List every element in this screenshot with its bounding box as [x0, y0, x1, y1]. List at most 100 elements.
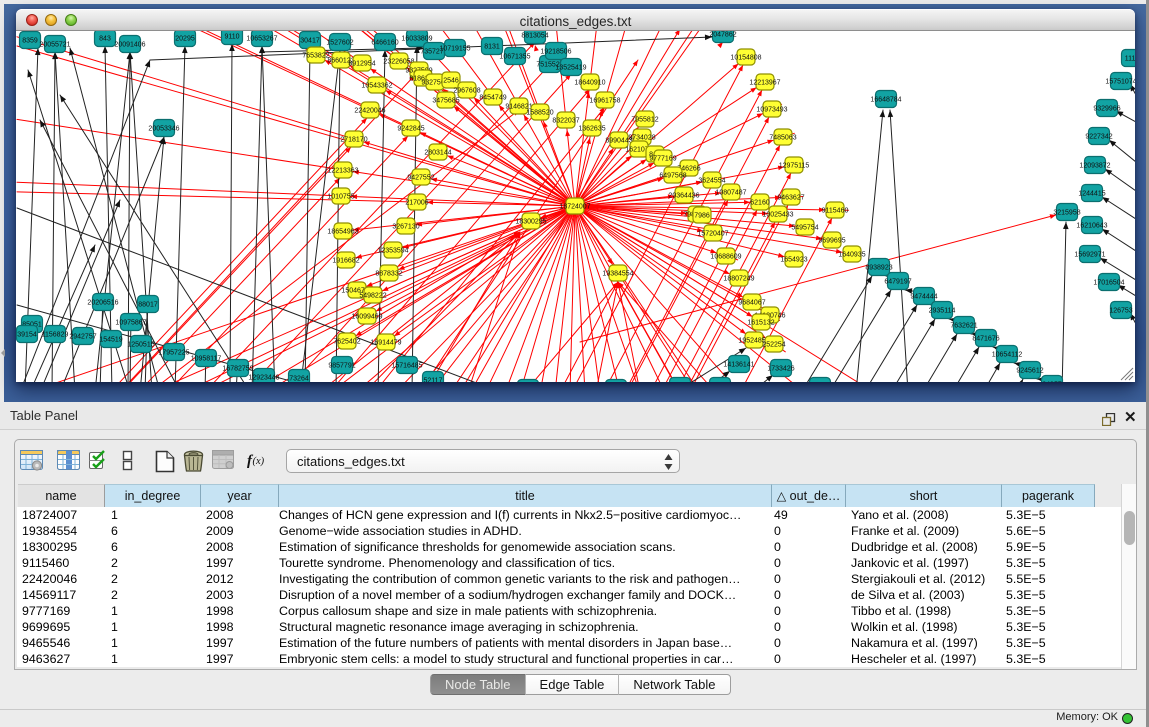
svg-text:39154: 39154: [17, 331, 37, 338]
svg-text:9110: 9110: [224, 33, 239, 40]
svg-text:1733426: 1733426: [767, 365, 794, 372]
svg-text:52117: 52117: [424, 377, 443, 382]
svg-text:15751074: 15751074: [1105, 78, 1135, 85]
svg-text:88017: 88017: [138, 301, 158, 308]
svg-text:9329966: 9329966: [1093, 105, 1120, 112]
svg-text:9427552: 9427552: [407, 174, 434, 181]
svg-text:12923448: 12923448: [248, 374, 279, 381]
svg-text:20053346: 20053346: [148, 125, 179, 132]
svg-text:7625402: 7625402: [333, 338, 360, 345]
svg-text:6479197: 6479197: [884, 278, 911, 285]
svg-text:13525419: 13525419: [555, 64, 586, 71]
svg-text:8322037: 8322037: [552, 117, 579, 124]
svg-text:16033809: 16033809: [401, 35, 432, 42]
svg-text:8813054: 8813054: [521, 32, 548, 39]
svg-text:10154808: 10154808: [730, 54, 761, 61]
svg-text:9699695: 9699695: [818, 237, 845, 244]
svg-text:3624554: 3624554: [698, 177, 725, 184]
svg-text:1640935: 1640935: [838, 251, 865, 258]
svg-text:5498222: 5498222: [359, 292, 386, 299]
svg-text:9463627: 9463627: [777, 194, 804, 201]
svg-text:2967608: 2967608: [453, 87, 480, 94]
svg-text:1250515: 1250515: [127, 341, 154, 348]
svg-text:3475685: 3475685: [432, 97, 459, 104]
svg-text:2718170: 2718170: [340, 136, 367, 143]
svg-text:7485063: 7485063: [769, 134, 796, 141]
svg-text:3215958: 3215958: [1053, 209, 1080, 216]
svg-text:9245612: 9245612: [1016, 367, 1043, 374]
svg-text:8471676: 8471676: [972, 335, 999, 342]
svg-text:7653822: 7653822: [302, 52, 329, 59]
svg-text:2546: 2546: [443, 77, 459, 84]
svg-text:1010755: 1010755: [327, 193, 354, 200]
svg-text:10719155: 10719155: [439, 45, 470, 52]
svg-text:20206516: 20206516: [87, 299, 118, 306]
svg-text:12353594: 12353594: [377, 247, 408, 254]
svg-text:84957: 84957: [1042, 381, 1062, 382]
svg-text:8878332: 8878332: [375, 270, 402, 277]
svg-text:1615132: 1615132: [747, 319, 774, 326]
svg-text:10543362: 10543362: [361, 82, 392, 89]
svg-text:16099469: 16099469: [351, 313, 382, 320]
svg-text:3267130: 3267130: [392, 223, 419, 230]
svg-text:9474444: 9474444: [910, 293, 937, 300]
svg-text:20295: 20295: [175, 35, 195, 42]
svg-text:12213967: 12213967: [749, 79, 780, 86]
svg-text:18654963: 18654963: [327, 228, 358, 235]
svg-text:19218506: 19218506: [540, 48, 571, 55]
svg-text:10654112: 10654112: [992, 351, 1023, 358]
svg-text:20364436: 20364436: [668, 192, 699, 199]
svg-text:6497568: 6497568: [659, 172, 686, 179]
svg-text:30417: 30417: [300, 37, 320, 44]
svg-text:9857791: 9857791: [328, 362, 355, 369]
svg-text:14136141: 14136141: [723, 361, 754, 368]
svg-text:2047862: 2047862: [709, 31, 736, 38]
svg-text:12975115: 12975115: [779, 162, 810, 169]
svg-text:10973493: 10973493: [756, 106, 787, 113]
svg-text:16648784: 16648784: [870, 96, 901, 103]
svg-text:9684067: 9684067: [738, 299, 765, 306]
svg-text:10975867: 10975867: [115, 319, 146, 326]
svg-text:10688609: 10688609: [710, 253, 741, 260]
svg-text:18640910: 18640910: [574, 79, 605, 86]
svg-text:1916682: 1916682: [332, 257, 359, 264]
svg-text:252254: 252254: [762, 341, 785, 348]
svg-text:5495754: 5495754: [791, 224, 818, 231]
svg-text:62160: 62160: [750, 199, 770, 206]
svg-text:12093872: 12093872: [1079, 162, 1110, 169]
svg-text:843: 843: [99, 35, 111, 42]
svg-text:(x): (x): [253, 456, 265, 467]
svg-text:8912954: 8912954: [348, 60, 375, 67]
svg-text:20055721: 20055721: [39, 41, 70, 48]
svg-text:16961758: 16961758: [589, 97, 620, 104]
svg-text:1588520: 1588520: [526, 109, 553, 116]
svg-text:19384554: 19384554: [602, 270, 633, 277]
svg-text:15716485: 15716485: [391, 362, 422, 369]
svg-text:9115460: 9115460: [822, 207, 849, 214]
svg-text:2942757: 2942757: [69, 333, 96, 340]
svg-text:8131: 8131: [484, 43, 500, 50]
svg-text:7955812: 7955812: [631, 116, 658, 123]
svg-text:126753: 126753: [1109, 307, 1132, 314]
svg-text:217006: 217006: [405, 199, 428, 206]
svg-text:20091406: 20091406: [114, 41, 145, 48]
svg-text:1527602: 1527602: [326, 39, 353, 46]
svg-text:8454749: 8454749: [479, 94, 506, 101]
svg-text:18807249: 18807249: [723, 275, 754, 282]
svg-text:10807487: 10807487: [715, 189, 746, 196]
svg-text:7986: 7986: [694, 212, 710, 219]
svg-text:15720407: 15720407: [697, 230, 728, 237]
svg-text:1654923: 1654923: [780, 256, 807, 263]
svg-text:154519: 154519: [99, 336, 122, 343]
svg-text:10025433: 10025433: [762, 211, 793, 218]
svg-text:10653267: 10653267: [246, 35, 277, 42]
svg-text:7632621: 7632621: [950, 322, 977, 329]
svg-text:17957225: 17957225: [158, 349, 189, 356]
svg-text:73264: 73264: [289, 375, 309, 382]
svg-text:9777169: 9777169: [649, 155, 676, 162]
svg-text:9227342: 9227342: [1085, 133, 1112, 140]
svg-text:15692971: 15692971: [1074, 251, 1105, 258]
svg-text:6466160: 6466160: [371, 39, 398, 46]
svg-text:10958117: 10958117: [191, 355, 222, 362]
svg-text:16914479: 16914479: [370, 339, 401, 346]
